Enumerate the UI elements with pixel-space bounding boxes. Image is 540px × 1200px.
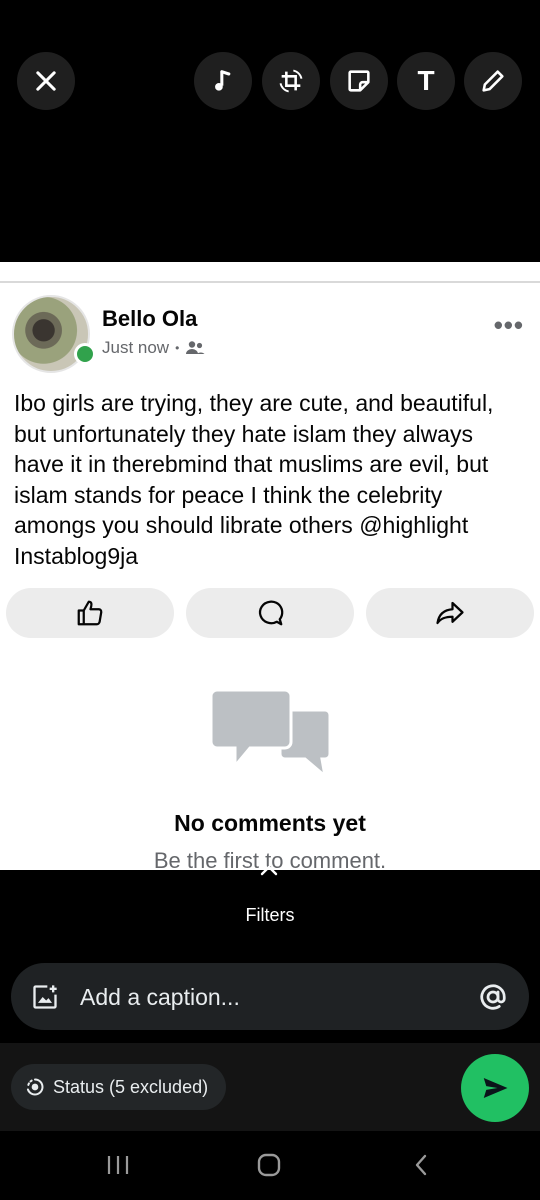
send-button[interactable]	[461, 1054, 529, 1122]
status-icon	[26, 1078, 44, 1096]
send-icon	[483, 1078, 508, 1098]
draw-button[interactable]	[464, 52, 522, 110]
recent-apps-icon[interactable]	[105, 1152, 131, 1178]
back-icon[interactable]	[408, 1151, 434, 1179]
caption-placeholder[interactable]: Add a caption...	[80, 984, 240, 1011]
music-icon	[215, 70, 231, 91]
home-icon[interactable]	[255, 1151, 283, 1179]
pencil-icon	[482, 70, 504, 92]
text-icon: T	[417, 65, 435, 96]
sticker-icon	[348, 70, 370, 92]
text-tool-button[interactable]: T	[397, 52, 455, 110]
close-button[interactable]	[17, 52, 75, 110]
crop-rotate-icon	[279, 69, 303, 93]
caption-input[interactable]: Add a caption...	[11, 963, 529, 1030]
comment-icon	[258, 600, 284, 626]
share-icon	[436, 601, 464, 625]
more-options-button[interactable]: •••	[494, 310, 524, 341]
status-label: Status (5 excluded)	[53, 1076, 209, 1097]
post-card: Bello Ola Just now • ••• Ibo girls are t…	[0, 262, 540, 870]
like-button[interactable]	[6, 588, 174, 638]
post-author[interactable]: Bello Ola	[102, 306, 197, 332]
meta-separator: •	[175, 341, 180, 355]
at-icon[interactable]	[478, 982, 508, 1012]
comment-button[interactable]	[186, 588, 354, 638]
empty-state-title: No comments yet	[174, 810, 366, 836]
comments-icon	[209, 688, 332, 780]
sticker-button[interactable]	[330, 52, 388, 110]
post-text: Ibo girls are trying, they are cute, and…	[14, 390, 494, 569]
post-timestamp[interactable]: Just now	[102, 338, 169, 358]
divider	[0, 281, 540, 283]
share-button[interactable]	[366, 588, 534, 638]
close-icon	[36, 71, 56, 91]
crop-rotate-button[interactable]	[262, 52, 320, 110]
online-indicator	[74, 343, 96, 365]
music-button[interactable]	[194, 52, 252, 110]
like-icon	[77, 600, 103, 626]
navigation-bar	[0, 1132, 540, 1200]
add-image-icon[interactable]	[31, 983, 59, 1011]
friends-icon	[186, 341, 205, 354]
chevron-up-icon[interactable]	[258, 862, 280, 878]
post-meta: Just now •	[102, 338, 205, 358]
status-audience-button[interactable]: Status (5 excluded)	[11, 1064, 227, 1110]
filters-label[interactable]: Filters	[0, 905, 540, 926]
